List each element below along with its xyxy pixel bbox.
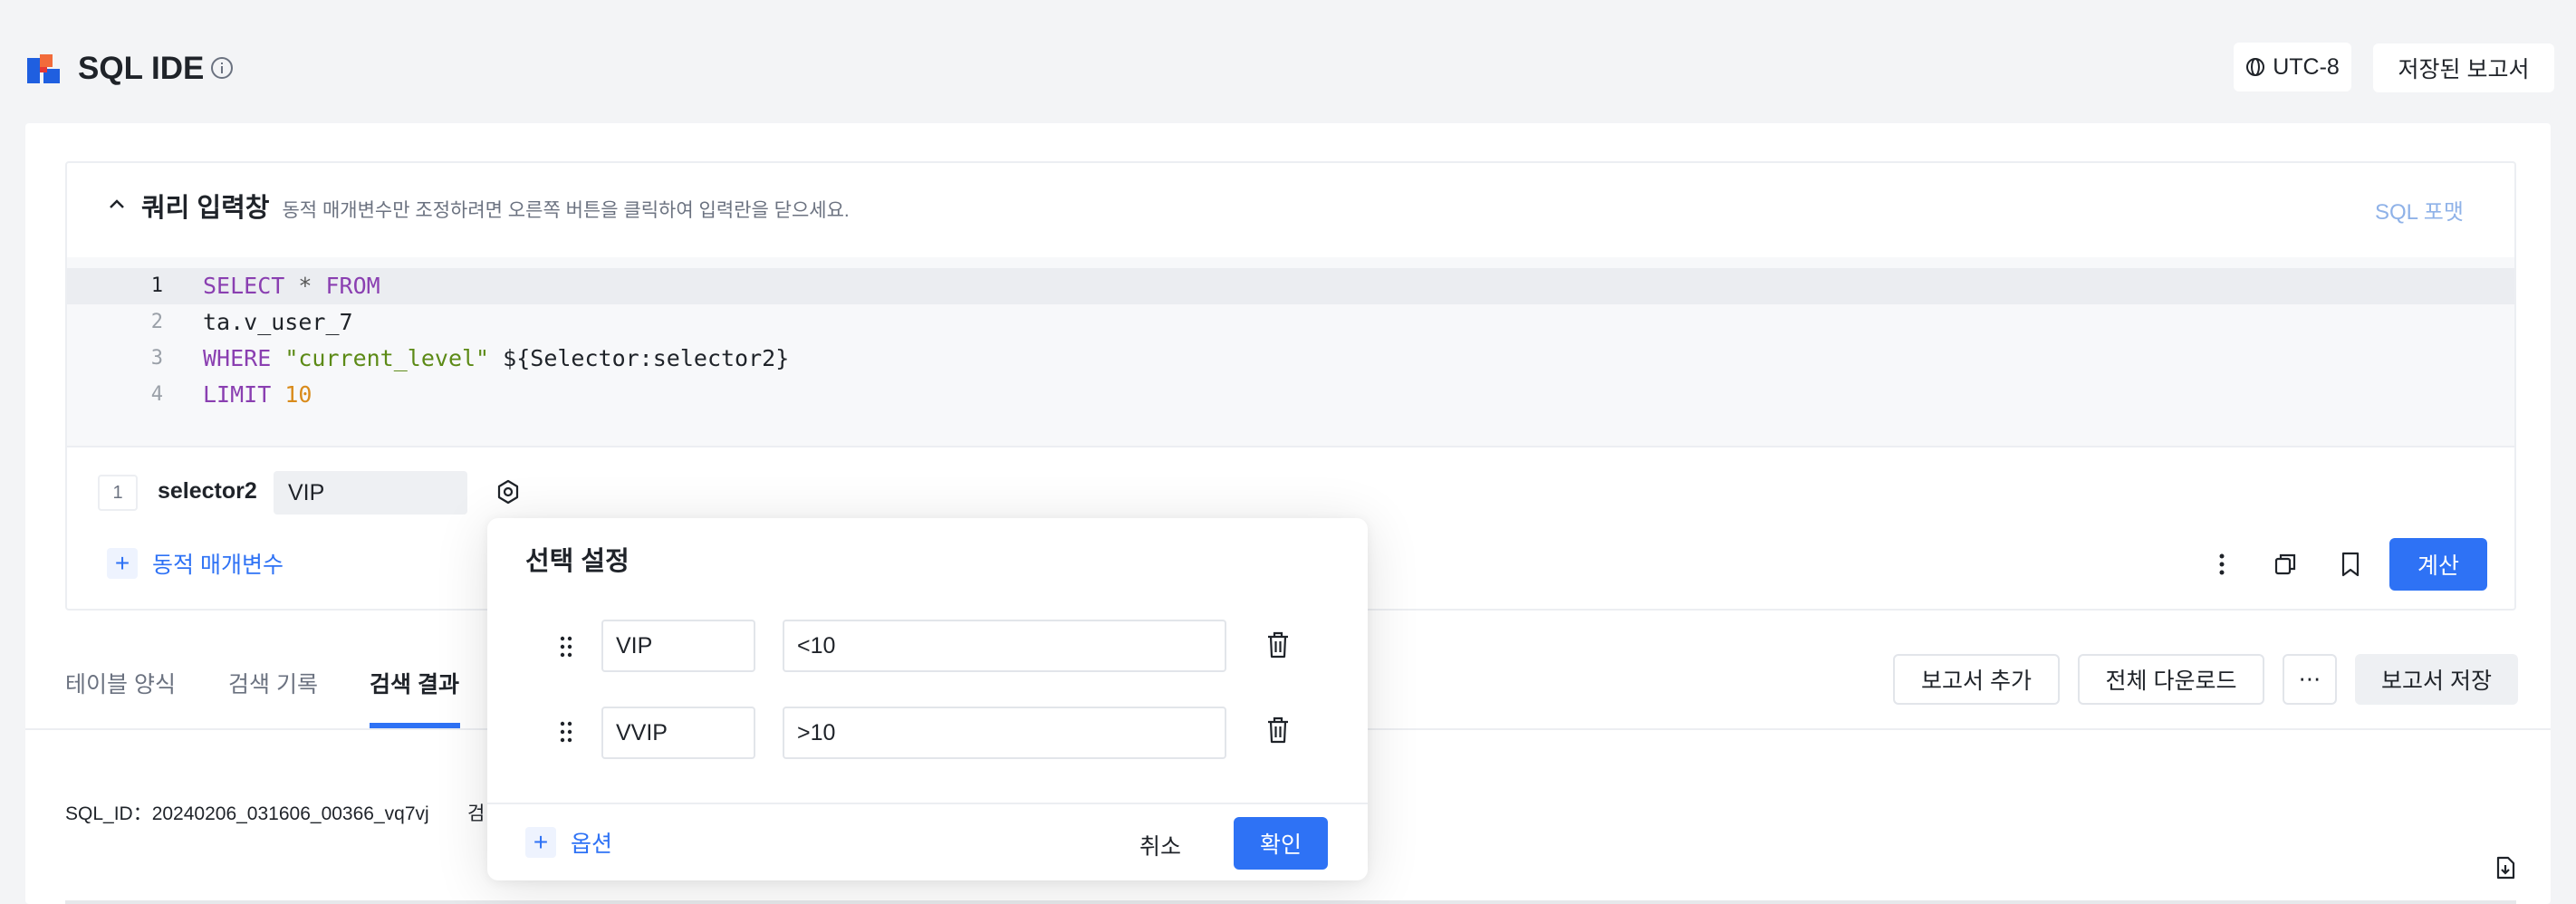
cancel-button[interactable]: 취소 — [1123, 822, 1197, 868]
popup-footer-divider — [487, 803, 1368, 804]
code-line-3: WHERE "current_level" ${Selector:selecto… — [203, 341, 789, 377]
code-line-1: SELECT * FROM — [203, 268, 380, 304]
sql-keyword: SELECT — [203, 273, 285, 299]
info-icon[interactable] — [210, 56, 234, 80]
drag-handle-icon[interactable] — [558, 719, 574, 745]
add-option-label: 옵션 — [571, 832, 613, 857]
more-vertical-icon[interactable] — [2206, 549, 2237, 580]
calculate-button[interactable]: 계산 — [2389, 538, 2487, 591]
query-panel-title: 쿼리 입력창 — [141, 194, 270, 223]
param-value-select[interactable]: VIP — [274, 471, 467, 515]
code-line-4: LIMIT 10 — [203, 377, 312, 413]
tab-search-results[interactable]: 검색 결과 — [370, 667, 459, 699]
timezone-label: UTC-8 — [2273, 53, 2340, 80]
more-actions-button[interactable]: ⋯ — [2283, 654, 2337, 705]
page-title: SQL IDE — [78, 51, 205, 86]
result-meta-text: 검 — [467, 803, 485, 824]
sql-keyword: FROM — [325, 273, 380, 299]
timezone-button[interactable]: UTC-8 — [2234, 43, 2351, 91]
tab-search-history[interactable]: 검색 기록 — [228, 667, 318, 699]
add-report-button[interactable]: 보고서 추가 — [1893, 654, 2060, 705]
add-option-button[interactable]: + 옵션 — [525, 826, 612, 859]
active-line-highlight — [67, 268, 2514, 304]
gear-icon[interactable] — [495, 478, 522, 505]
sql-keyword: LIMIT — [203, 381, 272, 408]
sql-keyword: WHERE — [203, 345, 272, 371]
line-number: 1 — [150, 274, 163, 297]
query-panel-hint: 동적 매개변수만 조정하려면 오른쪽 버튼을 클릭하여 입력란을 닫으세요. — [282, 200, 850, 221]
trash-icon[interactable] — [1264, 630, 1292, 659]
add-dynamic-param-label: 동적 매개변수 — [152, 553, 284, 578]
globe-icon — [2246, 58, 2265, 76]
trash-icon[interactable] — [1264, 716, 1292, 745]
brand-logo — [27, 54, 60, 83]
popup-title: 선택 설정 — [525, 547, 630, 576]
param-index: 1 — [98, 475, 138, 511]
table-top-border — [65, 900, 2516, 904]
confirm-button[interactable]: 확인 — [1234, 817, 1328, 870]
option-label-input[interactable]: VVIP — [601, 707, 755, 759]
sql-string: "current_level" — [284, 345, 490, 371]
query-panel-header: 쿼리 입력창 동적 매개변수만 조정하려면 오른쪽 버튼을 클릭하여 입력란을 … — [141, 187, 850, 225]
code-line-2: ta.v_user_7 — [203, 309, 353, 335]
add-dynamic-param-button[interactable]: + 동적 매개변수 — [107, 547, 284, 580]
sql-format-link[interactable]: SQL 포맷 — [2375, 194, 2464, 226]
option-value-input[interactable]: >10 — [783, 707, 1226, 759]
sql-number: 10 — [284, 381, 312, 408]
sql-operator: * — [284, 273, 326, 299]
export-file-icon[interactable] — [2493, 855, 2518, 880]
drag-handle-icon[interactable] — [558, 634, 574, 659]
option-label-input[interactable]: VIP — [601, 620, 755, 672]
line-number: 4 — [150, 383, 163, 406]
saved-reports-button[interactable]: 저장된 보고서 — [2373, 43, 2554, 92]
copy-icon[interactable] — [2270, 549, 2301, 580]
bookmark-icon[interactable] — [2335, 549, 2366, 580]
plus-icon: + — [525, 827, 556, 858]
line-number: 2 — [150, 311, 163, 333]
line-number: 3 — [150, 347, 163, 370]
plus-icon: + — [107, 548, 138, 579]
save-report-button[interactable]: 보고서 저장 — [2355, 654, 2518, 705]
sql-param-ref: ${Selector:selector2} — [503, 345, 790, 371]
option-value-input[interactable]: <10 — [783, 620, 1226, 672]
sql-id-text: SQL_ID：20240206_031606_00366_vq7vj — [65, 803, 429, 824]
tab-table-format[interactable]: 테이블 양식 — [65, 667, 176, 699]
download-all-button[interactable]: 전체 다운로드 — [2078, 654, 2264, 705]
divider — [67, 446, 2514, 447]
param-name: selector2 — [158, 478, 257, 504]
chevron-up-icon[interactable] — [107, 194, 127, 214]
